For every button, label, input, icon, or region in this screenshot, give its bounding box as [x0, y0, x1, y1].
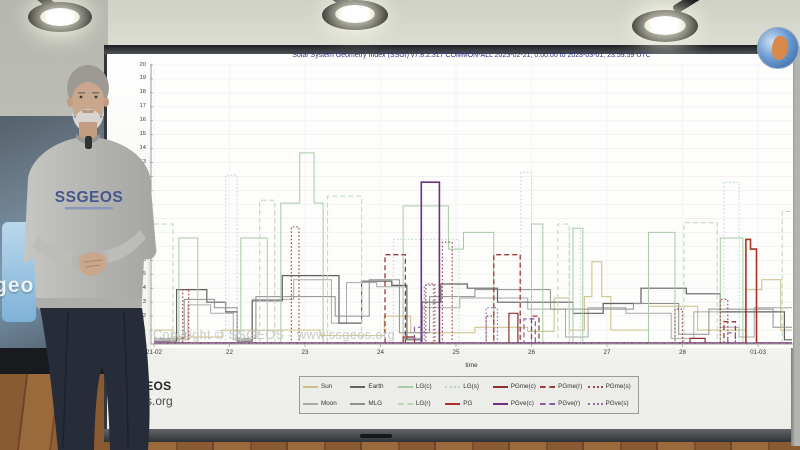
legend-item: PGve(r)	[540, 400, 587, 407]
x-tick-label: 26	[512, 349, 552, 356]
legend-label: PGve(r)	[558, 400, 580, 407]
legend-line-sample-icon	[350, 386, 365, 388]
ssgeos-globe-logo-icon	[757, 27, 799, 69]
x-tick-label: 23	[285, 349, 325, 356]
x-tick-label: 01-03	[738, 349, 778, 356]
ssgi-chart	[150, 62, 793, 348]
legend-label: LG(c)	[416, 383, 432, 390]
x-tick-label: 27	[587, 349, 627, 356]
legend-line-sample-icon	[493, 386, 508, 388]
legend-item: PGme(s)	[588, 383, 635, 390]
legend-item: PGve(s)	[588, 400, 635, 407]
x-axis-title: time	[150, 362, 793, 369]
screen-bottom-bezel	[104, 429, 791, 442]
chart-watermark: Copyright © SSGEOS - www.ssgeos.org	[153, 328, 395, 342]
mouth	[82, 110, 94, 113]
legend-item: PGme(c)	[493, 383, 540, 390]
legend-label: PGve(c)	[511, 400, 534, 407]
legend-item: Moon	[303, 400, 350, 407]
legend-line-sample-icon	[303, 403, 318, 405]
legend-label: PGme(s)	[606, 383, 631, 390]
x-tick-label: 22	[210, 349, 250, 356]
legend-label: LG(s)	[463, 383, 479, 390]
legend-label: Moon	[321, 400, 337, 407]
legend-item: LG(s)	[445, 383, 492, 390]
light-bulb-icon	[644, 16, 686, 35]
legend-line-sample-icon	[445, 386, 460, 388]
legend-line-sample-icon	[398, 403, 413, 405]
legend-item: PGve(c)	[493, 400, 540, 407]
legend-item: Sun	[303, 383, 350, 390]
legend-item: Earth	[350, 383, 397, 390]
x-tick-label: 25	[436, 349, 476, 356]
legend-label: PGve(s)	[606, 400, 629, 407]
sweatshirt	[24, 138, 157, 312]
eye	[80, 96, 83, 99]
marker-pen	[360, 434, 392, 438]
plot-background	[150, 62, 793, 348]
wood-floor	[104, 441, 800, 450]
legend-item: LG(c)	[398, 383, 445, 390]
legend-line-sample-icon	[540, 403, 555, 405]
light-bulb-icon	[40, 8, 80, 26]
legend-label: PGme(r)	[558, 383, 582, 390]
legend-label: PGme(c)	[511, 383, 536, 390]
legend-line-sample-icon	[588, 403, 603, 405]
legend-line-sample-icon	[398, 386, 413, 388]
x-tick-label: 24	[361, 349, 401, 356]
legend-label: MLG	[368, 400, 382, 407]
legend-item: MLG	[350, 400, 397, 407]
chart-title: Solar System Geometry Index (SSGI) v7.8.…	[150, 52, 793, 59]
legend-label: Sun	[321, 383, 332, 390]
scene: geo Solar System Geometry Index (SSGI) v…	[0, 0, 800, 450]
legend-item: PG	[445, 400, 492, 407]
x-tick-label: 28	[663, 349, 703, 356]
ear	[103, 97, 109, 107]
collar-zip	[85, 136, 92, 149]
legend-label: LG(r)	[416, 400, 431, 407]
chart-legend: Sun Moon Earth MLG LG(c) LG(r) LG(s) PG PGme(c) P…	[299, 376, 639, 414]
jeans	[40, 308, 150, 450]
eye	[95, 96, 98, 99]
legend-line-sample-icon	[588, 386, 603, 388]
globe-land-icon	[770, 35, 791, 62]
eyebrow	[92, 92, 99, 94]
legend-label: PG	[463, 400, 472, 407]
legend-item: PGme(r)	[540, 383, 587, 390]
ear	[67, 97, 73, 107]
shirt-logo-text: SSGEOS	[55, 189, 123, 206]
eyebrow	[78, 92, 85, 94]
legend-item: LG(r)	[398, 400, 445, 407]
legend-line-sample-icon	[445, 403, 460, 405]
legend-label: Earth	[368, 383, 383, 390]
legend-line-sample-icon	[303, 386, 318, 388]
legend-line-sample-icon	[540, 386, 555, 388]
light-bulb-icon	[335, 5, 375, 23]
presenter: SSGEOS	[8, 50, 168, 450]
legend-line-sample-icon	[350, 403, 365, 405]
legend-line-sample-icon	[493, 403, 508, 405]
shirt-logo-subtext	[65, 207, 113, 209]
